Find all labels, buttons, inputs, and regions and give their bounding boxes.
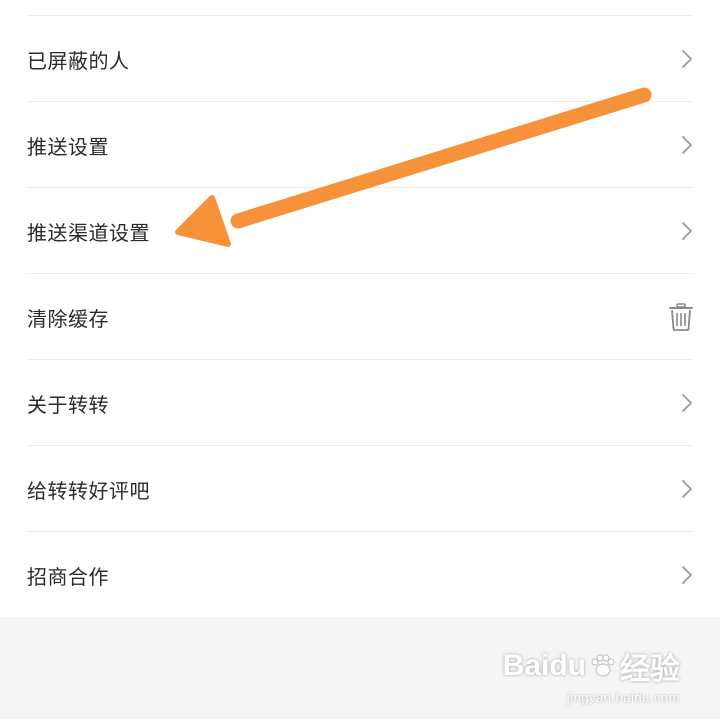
- settings-item-about[interactable]: 关于转转: [0, 360, 720, 446]
- baidu-jingyan-watermark: Baidu 经验 jingyan.baidu.com: [503, 644, 680, 705]
- chevron-right-icon: [682, 222, 692, 240]
- watermark-url: jingyan.baidu.com: [566, 690, 680, 705]
- settings-item-label: 给转转好评吧: [27, 478, 150, 503]
- settings-item-label: 推送渠道设置: [27, 220, 150, 245]
- settings-item-push-settings[interactable]: 推送设置: [0, 102, 720, 188]
- chevron-right-icon: [682, 136, 692, 154]
- settings-item-label: 清除缓存: [27, 306, 109, 331]
- watermark-logo: Baidu 经验: [503, 644, 680, 688]
- settings-panel: 已屏蔽的人 推送设置 推送渠道设置 清除缓存 关于转转 给转转好评吧 招商合作: [0, 0, 720, 617]
- settings-item-label: 已屏蔽的人: [27, 48, 130, 73]
- settings-item-push-channel-settings[interactable]: 推送渠道设置: [0, 188, 720, 274]
- settings-list: 已屏蔽的人 推送设置 推送渠道设置 清除缓存 关于转转 给转转好评吧 招商合作: [0, 16, 720, 618]
- settings-item-blocked-users[interactable]: 已屏蔽的人: [0, 16, 720, 102]
- chevron-right-icon: [682, 394, 692, 412]
- settings-item-rate-app[interactable]: 给转转好评吧: [0, 446, 720, 532]
- trash-icon[interactable]: [668, 303, 694, 331]
- settings-item-clear-cache[interactable]: 清除缓存: [0, 274, 720, 360]
- watermark-suffix: 经验: [620, 653, 680, 686]
- chevron-right-icon: [682, 50, 692, 68]
- settings-item-business-cooperation[interactable]: 招商合作: [0, 532, 720, 618]
- watermark-brand: Baidu: [502, 649, 586, 682]
- chevron-right-icon: [682, 566, 692, 584]
- chevron-right-icon: [682, 480, 692, 498]
- settings-item-label: 推送设置: [27, 134, 109, 159]
- settings-item-label: 招商合作: [27, 564, 109, 589]
- settings-item-label: 关于转转: [27, 392, 109, 417]
- paw-icon: [591, 654, 615, 677]
